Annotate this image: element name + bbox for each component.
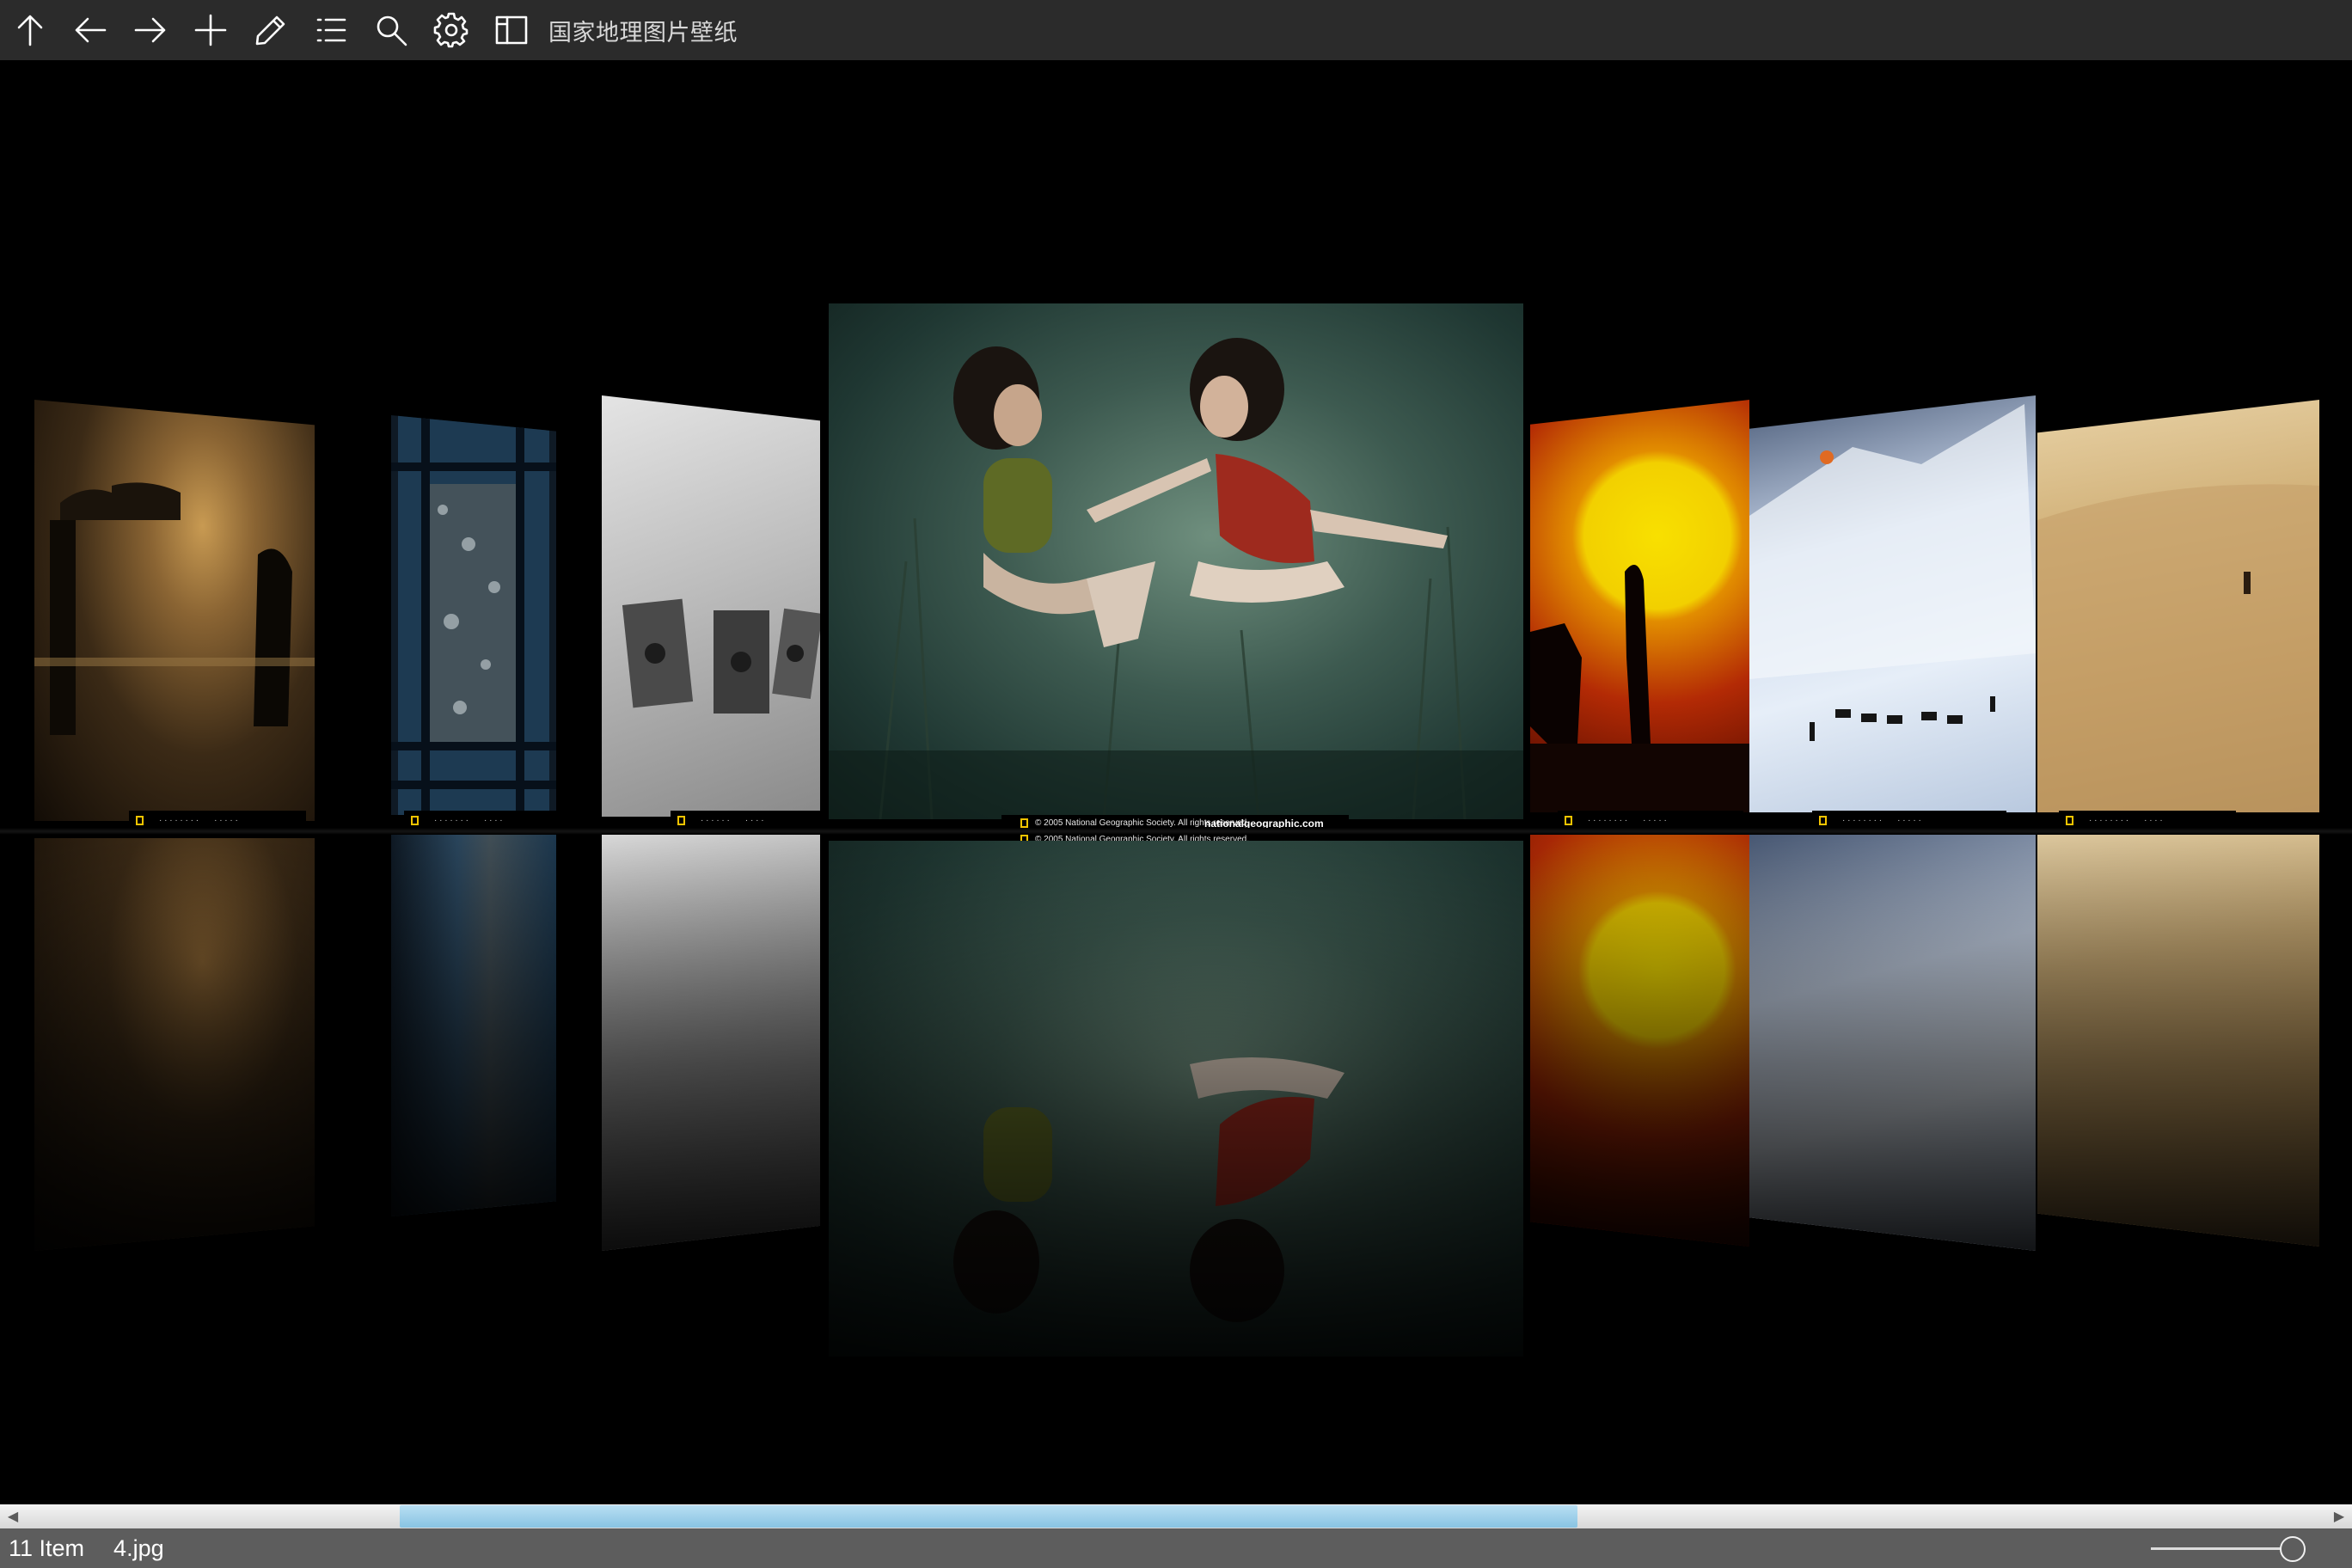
selected-file-name: 4.jpg bbox=[113, 1534, 164, 1561]
gallery-tile-6[interactable] bbox=[1749, 395, 2036, 812]
zoom-slider-track[interactable] bbox=[2151, 1547, 2297, 1550]
window-title: 国家地理图片壁纸 bbox=[548, 19, 738, 46]
add-button[interactable] bbox=[181, 0, 241, 60]
arrow-up-icon bbox=[17, 15, 43, 46]
scrollbar-thumb[interactable] bbox=[400, 1505, 1577, 1528]
status-bar: 11 Item 4.jpg bbox=[0, 1528, 2352, 1568]
tile-caption: · · · · · · · · · · · bbox=[404, 811, 564, 830]
gallery-tile-1[interactable] bbox=[34, 400, 315, 821]
caravan-scene bbox=[1749, 404, 2036, 741]
gallery-tile-5[interactable] bbox=[1530, 400, 1749, 812]
scroll-left-arrow-icon[interactable]: ◀ bbox=[0, 1504, 26, 1528]
horizontal-scrollbar[interactable]: ◀ ▶ bbox=[0, 1504, 2352, 1528]
arrow-right-icon bbox=[134, 17, 166, 43]
tile-caption: · · · · · · · · · · bbox=[671, 811, 830, 830]
gear-icon bbox=[433, 12, 469, 48]
layout-button[interactable] bbox=[481, 0, 542, 60]
gallery-tile-7[interactable] bbox=[2037, 400, 2319, 812]
plus-icon bbox=[194, 14, 227, 46]
back-button[interactable] bbox=[60, 0, 120, 60]
gallery-reflection-5 bbox=[1530, 834, 1749, 1246]
swimmers-scene bbox=[829, 338, 1523, 819]
forward-button[interactable] bbox=[120, 0, 181, 60]
search-icon bbox=[377, 15, 407, 46]
dune-walker bbox=[2037, 484, 2319, 812]
tile-caption: · · · · · · · · · · · · · bbox=[1558, 811, 1743, 830]
pencil-icon bbox=[255, 15, 285, 46]
up-button[interactable] bbox=[0, 0, 60, 60]
floor-line bbox=[0, 828, 2352, 835]
gallery-tile-2[interactable] bbox=[391, 415, 556, 815]
rider-silhouette bbox=[1530, 565, 1749, 812]
layout-panel-icon bbox=[495, 15, 528, 45]
window-frame bbox=[391, 415, 556, 815]
arrow-left-icon bbox=[75, 17, 107, 43]
tile-caption: · · · · · · · · · · · · · bbox=[1812, 811, 2006, 830]
gallery-reflection-6 bbox=[1749, 834, 2036, 1251]
toolbar: 国家地理图片壁纸 bbox=[0, 0, 2352, 60]
gallery-tile-3[interactable] bbox=[602, 395, 820, 817]
gallery-reflection-3 bbox=[602, 834, 820, 1251]
scroll-right-arrow-icon[interactable]: ▶ bbox=[2326, 1504, 2352, 1528]
search-button[interactable] bbox=[361, 0, 421, 60]
gallery-tile-selected[interactable] bbox=[829, 303, 1523, 819]
gallery-reflection-7 bbox=[2037, 834, 2319, 1246]
stocks-objects bbox=[622, 598, 820, 714]
gallery-reflection-2 bbox=[391, 834, 556, 1216]
settings-button[interactable] bbox=[421, 0, 481, 60]
list-button[interactable] bbox=[301, 0, 361, 60]
item-count: 11 Item bbox=[9, 1534, 85, 1561]
cover-flow-gallery[interactable]: · · · · · · · · · · · · · · · · · · · · · … bbox=[0, 60, 2352, 1504]
gallery-reflection-selected bbox=[829, 841, 1523, 1357]
zoom-slider-knob[interactable] bbox=[2280, 1536, 2306, 1562]
tile-caption: · · · · · · · · · · · · bbox=[2059, 811, 2236, 830]
list-icon bbox=[316, 18, 346, 42]
tile-caption: · · · · · · · · · · · · · bbox=[129, 811, 306, 830]
silhouette-figures bbox=[34, 482, 315, 735]
gallery-reflection-1 bbox=[34, 838, 315, 1251]
edit-button[interactable] bbox=[241, 0, 301, 60]
